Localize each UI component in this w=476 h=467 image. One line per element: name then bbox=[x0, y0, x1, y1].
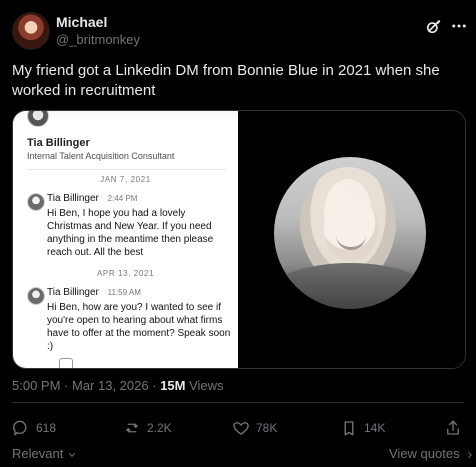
author-name[interactable]: Michael bbox=[56, 14, 107, 30]
tweet-text: My friend got a Linkedin DM from Bonnie … bbox=[12, 62, 440, 99]
linkedin-message-time: 2:44 PM bbox=[107, 194, 138, 203]
attachment-icon bbox=[59, 358, 73, 368]
meta-separator: · bbox=[152, 378, 161, 393]
views-label: Views bbox=[189, 378, 224, 393]
linkedin-message-avatar bbox=[27, 287, 45, 305]
photo-shoulders bbox=[274, 263, 426, 309]
post-actions: 618 2.2K 78K 14K bbox=[12, 416, 464, 440]
heart-icon bbox=[233, 422, 249, 435]
linkedin-profile-avatar bbox=[27, 111, 49, 127]
bookmark-count: 14K bbox=[364, 421, 386, 435]
post-date[interactable]: Mar 13, 2026 bbox=[72, 378, 149, 393]
divider bbox=[12, 402, 464, 403]
post-meta: 5:00 PM · Mar 13, 2026 · 15M Views bbox=[12, 378, 224, 393]
repost-count: 2.2K bbox=[147, 421, 172, 435]
share-icon bbox=[447, 420, 459, 435]
reply-icon bbox=[13, 420, 27, 436]
linkedin-message-sender: Tia Billinger bbox=[47, 193, 99, 204]
grok-icon[interactable] bbox=[424, 16, 444, 36]
bookmark-button[interactable]: 14K bbox=[340, 416, 385, 440]
linkedin-message-body: Hi Ben, I hope you had a lovely Christma… bbox=[47, 208, 214, 258]
post-time[interactable]: 5:00 PM bbox=[12, 378, 60, 393]
view-quotes-link[interactable]: View quotes bbox=[389, 446, 475, 461]
reply-count: 618 bbox=[36, 421, 57, 435]
like-button[interactable]: 78K bbox=[232, 416, 277, 440]
linkedin-dm-screenshot[interactable]: Tia Billinger Internal Talent Acquisitio… bbox=[13, 111, 238, 368]
photo-pane[interactable] bbox=[238, 111, 465, 368]
meta-separator: · bbox=[64, 378, 72, 393]
profile-photo[interactable] bbox=[274, 157, 426, 309]
avatar[interactable] bbox=[12, 12, 50, 50]
linkedin-date-divider: APR 13, 2021 bbox=[96, 269, 154, 278]
view-quotes-label: View quotes bbox=[389, 446, 460, 461]
divider bbox=[27, 169, 226, 170]
linkedin-message-body: Hi Ben, how are you? I wanted to see if … bbox=[47, 302, 231, 352]
share-button[interactable] bbox=[444, 416, 462, 440]
repost-button[interactable]: 2.2K bbox=[123, 416, 172, 440]
linkedin-message-header: Tia Billinger 2:44 PM bbox=[47, 193, 137, 204]
linkedin-message-avatar bbox=[27, 193, 45, 211]
linkedin-message-header: Tia Billinger 11:59 AM bbox=[47, 287, 141, 298]
linkedin-profile-title: Internal Talent Acquisition Consultant bbox=[27, 151, 175, 161]
tweet-media[interactable]: Tia Billinger Internal Talent Acquisitio… bbox=[12, 110, 466, 369]
more-icon[interactable] bbox=[450, 17, 468, 35]
chevron-right-icon bbox=[468, 451, 472, 458]
views-count: 15M bbox=[160, 378, 186, 393]
linkedin-message-time: 11:59 AM bbox=[107, 288, 141, 297]
bookmark-icon bbox=[344, 421, 354, 436]
relevant-dropdown[interactable]: Relevant bbox=[12, 446, 77, 461]
repost-icon bbox=[126, 423, 138, 433]
linkedin-message-sender: Tia Billinger bbox=[47, 287, 99, 298]
author-handle[interactable]: @_britmonkey bbox=[56, 32, 140, 47]
linkedin-profile-name: Tia Billinger bbox=[27, 137, 90, 149]
reply-button[interactable]: 618 bbox=[12, 416, 56, 440]
chevron-down-icon bbox=[68, 452, 75, 457]
like-count: 78K bbox=[256, 421, 278, 435]
linkedin-date-divider: JAN 7, 2021 bbox=[100, 175, 151, 184]
post-header: Michael @_britmonkey bbox=[0, 0, 476, 56]
photo-face bbox=[324, 197, 378, 261]
relevant-label: Relevant bbox=[12, 446, 64, 461]
